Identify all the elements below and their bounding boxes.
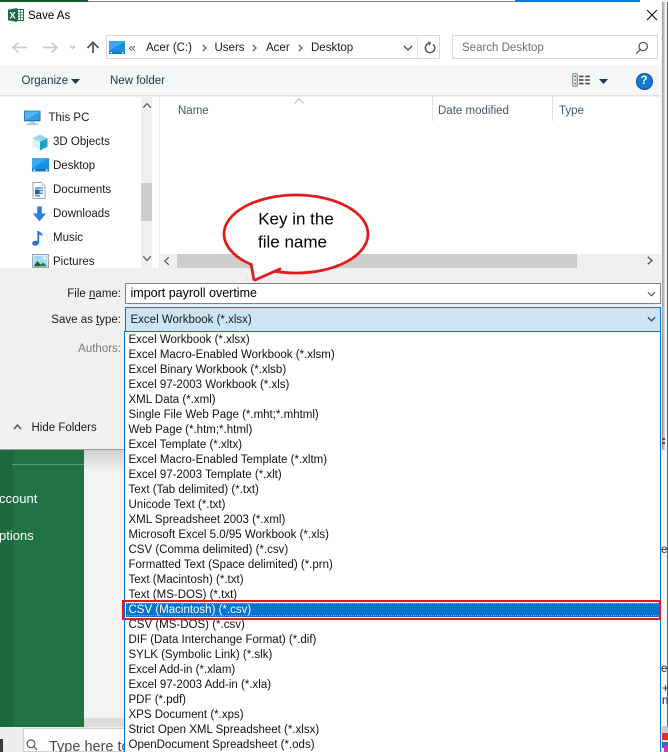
svg-text:Key in the: Key in the [258, 210, 334, 229]
svg-text:file name: file name [258, 233, 327, 252]
svg-text:X: X [9, 10, 16, 21]
